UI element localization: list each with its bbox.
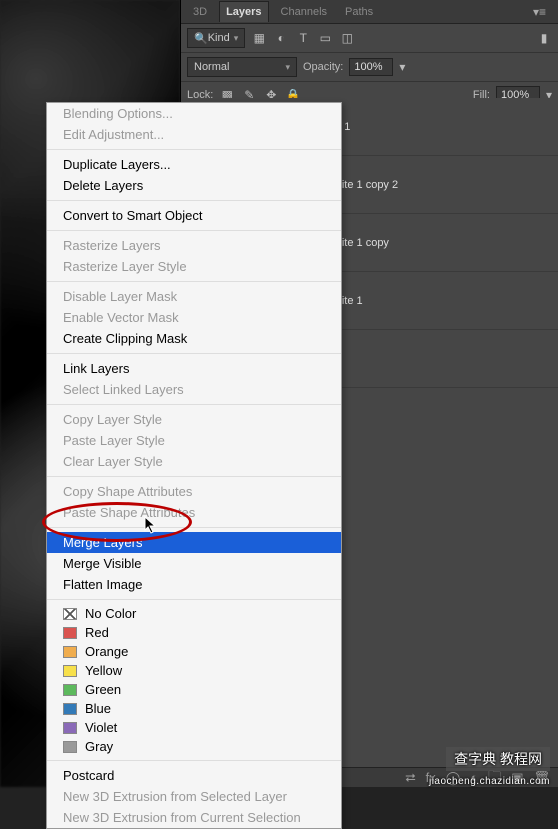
orange-swatch-icon bbox=[63, 646, 77, 658]
menu-3d-extrusion-selected[interactable]: New 3D Extrusion from Selected Layer bbox=[47, 786, 341, 807]
color-label: Orange bbox=[85, 644, 128, 659]
filter-kind-dropdown[interactable]: 🔍 Kind ▾ bbox=[187, 28, 245, 48]
menu-color-red[interactable]: Red bbox=[47, 623, 341, 642]
menu-merge-visible[interactable]: Merge Visible bbox=[47, 553, 341, 574]
menu-merge-layers[interactable]: Merge Layers bbox=[47, 532, 341, 553]
watermark-brand: 查字典 教程网 bbox=[446, 747, 550, 771]
filter-toggle-switch[interactable]: ▮ bbox=[536, 30, 552, 46]
color-label: Yellow bbox=[85, 663, 122, 678]
menu-color-no-color[interactable]: No Color bbox=[47, 604, 341, 623]
menu-separator bbox=[47, 476, 341, 477]
menu-edit-adjustment[interactable]: Edit Adjustment... bbox=[47, 124, 341, 145]
search-icon: 🔍 bbox=[194, 32, 208, 45]
watermark-url: jiaocheng.chazidian.com bbox=[429, 776, 550, 787]
chevron-down-icon: ▾ bbox=[234, 33, 239, 44]
yellow-swatch-icon bbox=[63, 665, 77, 677]
filter-image-icon[interactable]: ▦ bbox=[251, 30, 267, 46]
filter-smart-icon[interactable]: ◫ bbox=[339, 30, 355, 46]
menu-create-clipping-mask[interactable]: Create Clipping Mask bbox=[47, 328, 341, 349]
filter-type-icon[interactable]: T bbox=[295, 30, 311, 46]
watermark: 查字典 教程网 jiaocheng.chazidian.com bbox=[429, 747, 550, 787]
menu-rasterize-style[interactable]: Rasterize Layer Style bbox=[47, 256, 341, 277]
menu-separator bbox=[47, 149, 341, 150]
menu-separator bbox=[47, 200, 341, 201]
no-color-swatch-icon bbox=[63, 608, 77, 620]
link-layers-icon[interactable]: ⮂ bbox=[405, 770, 415, 786]
blend-mode-row: Normal ▾ Opacity: 100% ▾ bbox=[181, 53, 558, 82]
panel-tab-strip: 3D Layers Channels Paths ▾≡ bbox=[181, 0, 558, 24]
menu-duplicate-layers[interactable]: Duplicate Layers... bbox=[47, 154, 341, 175]
menu-paste-shape-attr[interactable]: Paste Shape Attributes bbox=[47, 502, 341, 523]
menu-color-blue[interactable]: Blue bbox=[47, 699, 341, 718]
menu-disable-layer-mask[interactable]: Disable Layer Mask bbox=[47, 286, 341, 307]
blend-mode-value: Normal bbox=[194, 61, 229, 73]
blue-swatch-icon bbox=[63, 703, 77, 715]
menu-separator bbox=[47, 281, 341, 282]
violet-swatch-icon bbox=[63, 722, 77, 734]
color-label: Blue bbox=[85, 701, 111, 716]
menu-select-linked[interactable]: Select Linked Layers bbox=[47, 379, 341, 400]
menu-3d-extrusion-selection[interactable]: New 3D Extrusion from Current Selection bbox=[47, 807, 341, 828]
menu-color-violet[interactable]: Violet bbox=[47, 718, 341, 737]
menu-rasterize-layers[interactable]: Rasterize Layers bbox=[47, 235, 341, 256]
menu-convert-smart-object[interactable]: Convert to Smart Object bbox=[47, 205, 341, 226]
panel-menu-icon[interactable]: ▾≡ bbox=[527, 3, 552, 21]
tab-layers[interactable]: Layers bbox=[219, 1, 268, 22]
menu-separator bbox=[47, 599, 341, 600]
menu-separator bbox=[47, 404, 341, 405]
tab-channels[interactable]: Channels bbox=[275, 2, 333, 22]
menu-color-yellow[interactable]: Yellow bbox=[47, 661, 341, 680]
layer-context-menu: Blending Options... Edit Adjustment... D… bbox=[46, 102, 342, 829]
menu-color-green[interactable]: Green bbox=[47, 680, 341, 699]
menu-color-orange[interactable]: Orange bbox=[47, 642, 341, 661]
menu-separator bbox=[47, 230, 341, 231]
menu-flatten-image[interactable]: Flatten Image bbox=[47, 574, 341, 595]
menu-separator bbox=[47, 527, 341, 528]
menu-link-layers[interactable]: Link Layers bbox=[47, 358, 341, 379]
opacity-field[interactable]: 100% bbox=[349, 58, 393, 76]
menu-delete-layers[interactable]: Delete Layers bbox=[47, 175, 341, 196]
layer-filter-row: 🔍 Kind ▾ ▦ ◐ T ▭ ◫ ▮ bbox=[181, 24, 558, 53]
red-swatch-icon bbox=[63, 627, 77, 639]
menu-separator bbox=[47, 353, 341, 354]
filter-kind-label: Kind bbox=[208, 32, 230, 44]
menu-separator bbox=[47, 760, 341, 761]
menu-copy-layer-style[interactable]: Copy Layer Style bbox=[47, 409, 341, 430]
color-label: No Color bbox=[85, 606, 136, 621]
chevron-down-icon: ▾ bbox=[285, 62, 290, 73]
menu-postcard[interactable]: Postcard bbox=[47, 765, 341, 786]
color-label: Green bbox=[85, 682, 121, 697]
menu-enable-vector-mask[interactable]: Enable Vector Mask bbox=[47, 307, 341, 328]
menu-color-gray[interactable]: Gray bbox=[47, 737, 341, 756]
menu-blending-options[interactable]: Blending Options... bbox=[47, 103, 341, 124]
menu-paste-layer-style[interactable]: Paste Layer Style bbox=[47, 430, 341, 451]
filter-adjust-icon[interactable]: ◐ bbox=[273, 30, 289, 46]
tab-paths[interactable]: Paths bbox=[339, 2, 379, 22]
filter-shape-icon[interactable]: ▭ bbox=[317, 30, 333, 46]
menu-clear-layer-style[interactable]: Clear Layer Style bbox=[47, 451, 341, 472]
menu-copy-shape-attr[interactable]: Copy Shape Attributes bbox=[47, 481, 341, 502]
opacity-label: Opacity: bbox=[303, 61, 343, 73]
green-swatch-icon bbox=[63, 684, 77, 696]
opacity-chevron-icon[interactable]: ▾ bbox=[399, 60, 405, 74]
color-label: Red bbox=[85, 625, 109, 640]
tab-3d[interactable]: 3D bbox=[187, 2, 213, 22]
color-label: Violet bbox=[85, 720, 117, 735]
color-label: Gray bbox=[85, 739, 113, 754]
blend-mode-dropdown[interactable]: Normal ▾ bbox=[187, 57, 297, 77]
gray-swatch-icon bbox=[63, 741, 77, 753]
